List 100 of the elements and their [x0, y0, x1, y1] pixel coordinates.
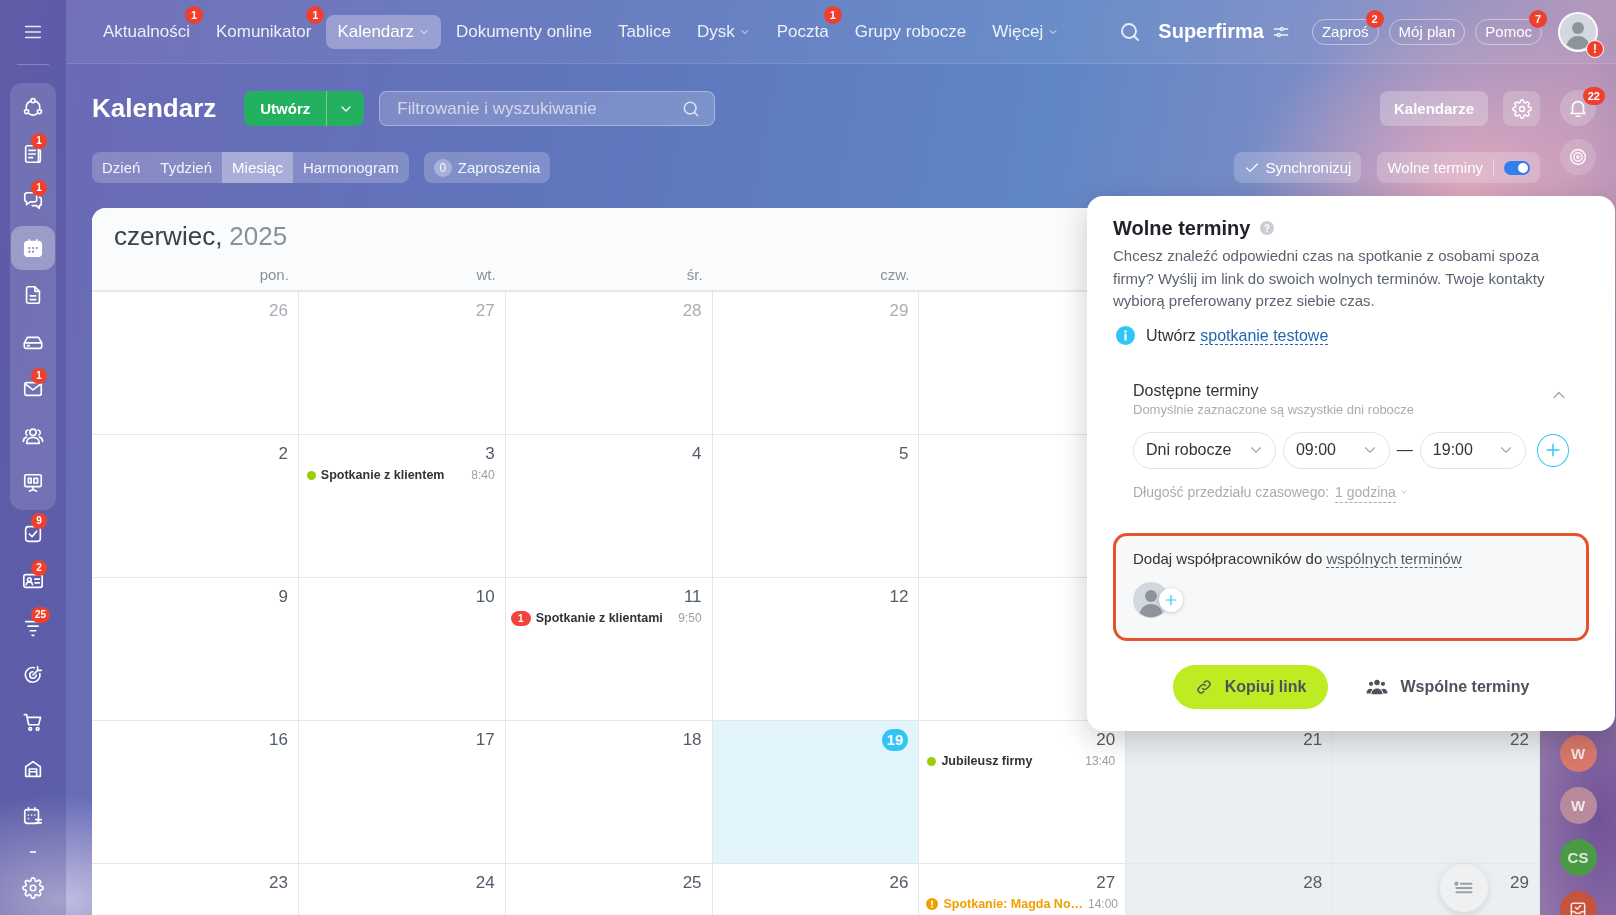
colleagues-text: Dodaj współpracowników do wspólnych terminów — [1133, 548, 1463, 569]
settings-button[interactable] — [1503, 91, 1540, 126]
alert-badge: ! — [1586, 39, 1604, 58]
day-number: 26 — [889, 873, 909, 892]
contact-avatar[interactable]: W — [1559, 787, 1597, 824]
nav-tab[interactable]: Grupy robocze — [843, 14, 978, 49]
day-cell[interactable]: 26 — [92, 292, 299, 435]
event-title[interactable]: Spotkanie z klientami — [535, 611, 663, 625]
day-number: 19 — [881, 729, 909, 751]
day-number: 3 — [485, 444, 495, 463]
day-number: 5 — [898, 444, 909, 463]
day-number: 27 — [1096, 873, 1116, 892]
day-cell[interactable]: 17 — [298, 721, 506, 864]
nav-tab[interactable]: Więcej — [981, 14, 1071, 49]
count-badge: 1 — [31, 367, 47, 384]
sync-button[interactable]: Synchronizuj — [1233, 152, 1362, 183]
day-number: 29 — [889, 301, 909, 320]
day-number: 24 — [475, 873, 495, 892]
sidebar-item[interactable]: 1 — [11, 366, 55, 411]
test-meeting-link[interactable]: spotkanie testowe — [1200, 326, 1329, 345]
count-badge: 2 — [31, 559, 47, 576]
settings-icon — [1511, 98, 1532, 119]
slot-length-dropdown[interactable]: 1 godzina — [1335, 481, 1409, 503]
day-number: 4 — [692, 444, 702, 463]
view-tab[interactable]: Harmonogram — [292, 152, 409, 183]
company-name[interactable]: Superfirma — [1158, 20, 1264, 43]
weekday-label: wt. — [476, 266, 496, 283]
day-cell[interactable]: 12 — [712, 578, 920, 721]
profile-button[interactable] — [1558, 11, 1598, 52]
view-tab[interactable]: Miesiąc — [222, 152, 293, 183]
day-number: 9 — [278, 587, 288, 606]
nav-tab[interactable]: Dysk — [685, 14, 762, 49]
shared-slots-button[interactable]: Wspólne terminy — [1366, 664, 1530, 709]
count-badge: 1 — [306, 5, 325, 24]
toggle-switch[interactable] — [1504, 160, 1530, 175]
invitation-count: 0 — [433, 158, 452, 177]
invitations-button[interactable]: 0 Zaproszenia — [423, 152, 551, 183]
sidebar-item[interactable]: 2 — [11, 558, 55, 603]
event-time: 8:40 — [471, 468, 495, 482]
month-title: czerwiec, — [114, 221, 223, 251]
day-cell[interactable]: 27 — [298, 292, 506, 435]
sidebar-item[interactable] — [11, 225, 55, 270]
view-tab[interactable]: Tydzień — [150, 152, 223, 183]
event-title[interactable]: Jubileusz firmy — [941, 754, 1033, 768]
range-dash: — — [1396, 441, 1413, 459]
day-cell[interactable]: 16 — [92, 721, 299, 864]
day-number: 26 — [268, 301, 288, 320]
sidebar-item[interactable]: 1 — [11, 131, 55, 176]
sidebar-item[interactable]: 9 — [11, 511, 55, 556]
day-number: 29 — [1510, 873, 1529, 892]
day-number: 23 — [268, 873, 288, 892]
day-number: 11 — [683, 587, 702, 606]
day-number: 20 — [1096, 730, 1116, 749]
day-number: 28 — [1303, 873, 1323, 892]
view-tab[interactable]: Dzień — [92, 152, 151, 183]
day-number: 10 — [475, 587, 495, 606]
info-icon — [1116, 326, 1135, 345]
nav-tab[interactable]: Tablice — [607, 14, 682, 49]
day-cell[interactable]: 10 — [298, 578, 506, 721]
contact-avatar[interactable]: W — [1559, 735, 1597, 772]
day-cell[interactable]: 11 1 Spotkanie z klientami 9:50 — [505, 578, 713, 721]
sidebar-item[interactable]: 1 — [11, 178, 55, 223]
nav-tab[interactable]: Kalendarz — [326, 14, 441, 49]
nav-tab[interactable]: Dokumenty online — [444, 14, 603, 49]
section-title: Dostępne terminy — [1133, 380, 1260, 401]
chat-icon — [22, 189, 44, 212]
weekday-label: czw. — [880, 266, 910, 283]
copy-link-button[interactable]: Kopiuj link — [1172, 664, 1329, 709]
day-cell[interactable]: 2 — [92, 435, 299, 578]
shared-slots-link[interactable]: wspólnych terminów — [1326, 549, 1462, 568]
create-menu-button[interactable] — [326, 91, 365, 126]
person-silhouette-icon — [1560, 13, 1596, 50]
day-cell[interactable]: 19 — [712, 721, 920, 864]
event-title[interactable]: Spotkanie z klientem — [320, 468, 445, 482]
day-cell[interactable]: 3 Spotkanie z klientem 8:40 — [298, 435, 506, 578]
contact-avatar[interactable]: CS — [1559, 839, 1597, 876]
create-button[interactable]: Utwórz — [244, 91, 327, 126]
weekday-label: śr. — [686, 266, 703, 283]
day-cell[interactable]: 29 — [712, 292, 920, 435]
day-cell[interactable]: 9 — [92, 578, 299, 721]
day-cell[interactable]: 4 — [505, 435, 713, 578]
count-badge: 22 — [1582, 87, 1605, 105]
day-cell[interactable]: 18 — [505, 721, 713, 864]
count-badge: 9 — [31, 512, 47, 529]
day-cell[interactable]: 28 — [505, 292, 713, 435]
event-title[interactable]: Spotkanie: Magda No… — [943, 897, 1083, 911]
day-number: 28 — [682, 301, 702, 320]
count-badge: 7 — [1529, 9, 1547, 28]
assistant-button[interactable] — [1560, 139, 1596, 175]
calendar-icon — [22, 236, 44, 259]
day-number: 16 — [268, 730, 288, 749]
day-number: 2 — [278, 444, 288, 463]
sidebar-item[interactable]: 25 — [11, 605, 55, 650]
test-meeting-text: Utwórz spotkanie testowe — [1146, 326, 1329, 345]
connections-icon — [22, 95, 44, 118]
day-number: 25 — [682, 873, 702, 892]
day-cell[interactable]: 28 — [1126, 864, 1334, 915]
weekday-label: pon. — [259, 266, 289, 283]
day-cell[interactable]: 5 — [712, 435, 920, 578]
page-title: Kalendarz — [92, 93, 217, 124]
